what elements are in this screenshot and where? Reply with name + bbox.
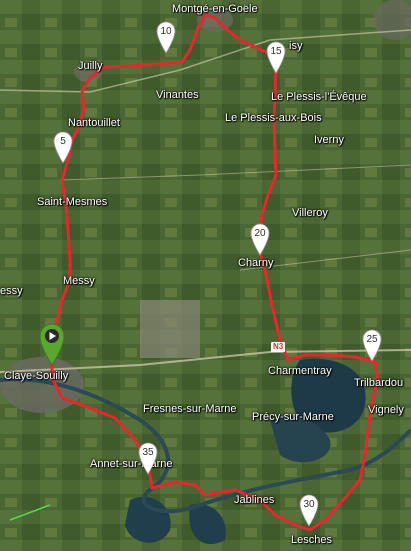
distance-marker-label: 25: [366, 334, 378, 345]
start-marker[interactable]: [38, 322, 66, 366]
industrial-site: [140, 300, 200, 358]
distance-marker-label: 10: [160, 26, 172, 37]
place-label: Jablines: [234, 494, 275, 506]
place-label: Nantouillet: [68, 117, 120, 129]
place-label: isy: [289, 40, 303, 52]
place-label: Lesches: [291, 534, 332, 546]
place-label: Montgé-en-Goële: [172, 3, 258, 15]
place-label: Fresnes-sur-Marne: [143, 403, 237, 415]
place-label: Saint-Mesmes: [37, 196, 108, 208]
place-label: Charny: [238, 257, 274, 269]
distance-marker-label: 30: [303, 499, 315, 510]
distance-marker-label: 20: [254, 228, 266, 239]
place-label: Juilly: [78, 60, 103, 72]
place-label: Charmentray: [268, 365, 332, 377]
place-label: Le Plessis-l'Évêque: [271, 91, 367, 103]
place-label: Vignely: [368, 404, 404, 416]
play-icon: [45, 329, 59, 343]
place-label: Claye-Souilly: [4, 370, 69, 382]
distance-marker[interactable]: 30: [298, 493, 320, 527]
place-label: essy: [0, 285, 23, 297]
distance-marker-label: 35: [142, 447, 154, 458]
distance-marker[interactable]: 35: [137, 441, 159, 475]
distance-marker[interactable]: 15: [265, 40, 287, 74]
road-number-badge: N3: [271, 342, 286, 352]
place-label: Trilbardou: [354, 377, 404, 389]
map-view[interactable]: Montgé-en-Goële Juilly Vinantes Le Pless…: [0, 0, 411, 551]
distance-marker[interactable]: 25: [361, 328, 383, 362]
place-label: Vinantes: [156, 89, 199, 101]
place-label: Iverny: [314, 134, 344, 146]
place-label: Messy: [63, 275, 95, 287]
place-label: Précy-sur-Marne: [252, 411, 334, 423]
satellite-base: [0, 0, 411, 551]
place-label: Le Plessis-aux-Bois: [225, 112, 322, 124]
distance-marker[interactable]: 20: [249, 222, 271, 256]
place-label: Villeroy: [292, 207, 328, 219]
distance-marker[interactable]: 10: [155, 20, 177, 54]
distance-marker[interactable]: 5: [52, 130, 74, 164]
distance-marker-label: 5: [60, 136, 66, 147]
place-label: Annet-sur-Marne: [90, 458, 173, 470]
distance-marker-label: 15: [270, 46, 282, 57]
